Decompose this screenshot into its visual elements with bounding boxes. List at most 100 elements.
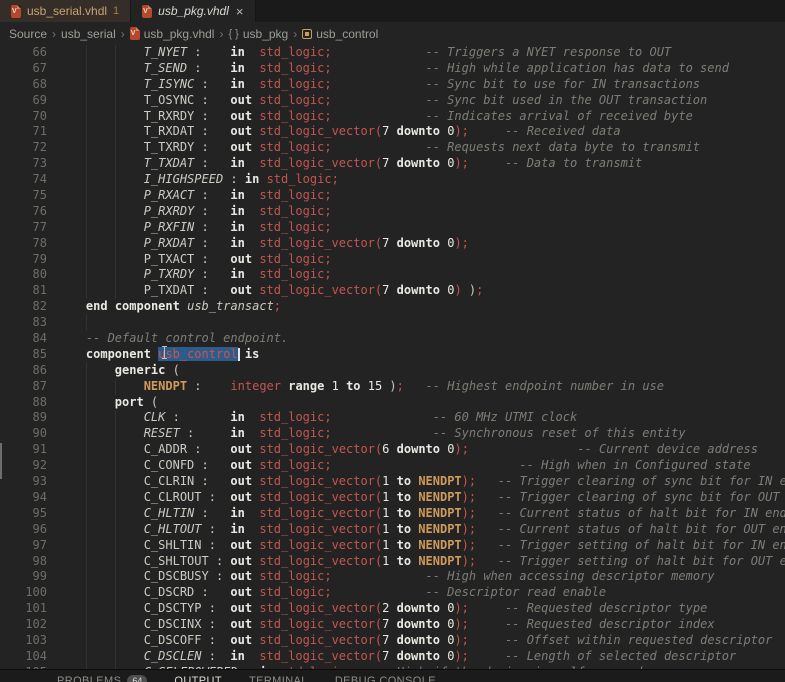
code-line-text: C_HLTIN : in std_logic_vector(1 to NENDP… [143,505,785,520]
panel-tab-label: PROBLEMS [57,675,122,682]
code-line[interactable]: 79 P_TXACT : out std_logic; [0,251,785,268]
code-line[interactable]: 93 C_CLRIN : out std_logic_vector(1 to N… [0,474,785,490]
close-icon[interactable]: × [235,5,245,18]
code-line[interactable]: 91 C_ADDR : out std_logic_vector(6 downt… [0,442,785,459]
code-line-text: generic ( [114,362,180,377]
code-line-text: T_ISYNC : in std_logic; -- Sync bit to u… [143,76,701,91]
code-line[interactable]: 76 P_RXRDY : in std_logic; [0,203,785,220]
indent-guide [114,378,116,395]
code-line-text: T_NYET : in std_logic; -- Triggers a NYE… [143,45,672,59]
line-number: 91 [32,442,47,457]
code-line-text: C_SHLTIN : out std_logic_vector(1 to NEN… [143,537,785,552]
indent-guide [114,267,116,284]
line-number: 80 [32,267,47,282]
breadcrumb-item-usb_pkg[interactable]: { } usb_pkg [228,27,288,41]
code-line[interactable]: 78 P_RXDAT : in std_logic_vector(7 downt… [0,235,785,252]
code-line[interactable]: 73 T_TXDAT : in std_logic_vector(7 downt… [0,156,785,173]
line-number: 101 [25,601,47,616]
indent-guide [114,458,116,475]
code-line[interactable]: 89 CLK : in std_logic; -- 60 MHz UTMI cl… [0,410,785,427]
indent-guide [114,283,116,300]
code-line[interactable]: 82 end component usb_transact; [0,299,785,315]
indent-guide [85,76,87,93]
line-number: 74 [32,172,47,187]
code-line-text: C_HLTOUT : in std_logic_vector(1 to NEND… [143,521,785,536]
code-line[interactable]: 69 T_OSYNC : out std_logic; -- Sync bit … [0,92,785,109]
panel-tab-label: OUTPUT [174,675,222,682]
indent-guide [114,632,116,649]
code-line[interactable]: 103 C_DSCOFF : out std_logic_vector(7 do… [0,632,785,649]
indent-guide [85,267,87,284]
indent-guide [114,489,116,506]
code-line[interactable]: 88 port ( [0,394,785,411]
vhdl-file-icon [142,4,153,18]
code-line[interactable]: 71 T_RXDAT : out std_logic_vector(7 down… [0,124,785,141]
indent-guide [114,648,116,665]
breadcrumb-label: usb_pkg.vhdl [143,26,215,41]
indent-guide [85,45,87,61]
panel-tab-problems[interactable]: PROBLEMS 64 [57,675,148,682]
line-number: 82 [32,299,47,314]
code-line[interactable]: 85 component usb_control is [0,346,785,363]
line-number: 72 [32,140,47,155]
code-line[interactable]: 84 -- Default control endpoint. [0,331,785,347]
code-line[interactable]: 95 C_HLTIN : in std_logic_vector(1 to NE… [0,505,785,522]
code-line[interactable]: 102 C_DSCINX : out std_logic_vector(7 do… [0,617,785,633]
code-line[interactable]: 92 C_CONFD : out std_logic; -- High when… [0,458,785,475]
code-line[interactable]: 104 C_DSCLEN : in std_logic_vector(7 dow… [0,648,785,665]
indent-guide [85,235,87,252]
code-line[interactable]: 70 T_RXRDY : out std_logic; -- Indicates… [0,108,785,125]
code-line[interactable]: 77 P_RXFIN : in std_logic; [0,219,785,236]
code-line[interactable]: 74 I_HIGHSPEED : in std_logic; [0,172,785,189]
tab-usb_pkg-vhdl[interactable]: usb_pkg.vhdl × [131,0,257,22]
code-line-text: CLK : in std_logic; -- 60 MHz UTMI clock [143,410,578,425]
indent-guide [85,378,87,395]
line-number: 103 [25,632,47,647]
code-line[interactable]: 98 C_SHLTOUT : out std_logic_vector(1 to… [0,553,785,570]
code-line[interactable]: 68 T_ISYNC : in std_logic; -- Sync bit t… [0,76,785,93]
code-line[interactable]: 75 P_RXACT : in std_logic; [0,188,785,204]
code-line[interactable]: 90 RESET : in std_logic; -- Synchronous … [0,426,785,443]
line-number: 90 [32,426,47,441]
breadcrumb-item-usb_serial[interactable]: usb_serial [61,27,116,41]
code-line[interactable]: 87 NENDPT : integer range 1 to 15 ); -- … [0,378,785,395]
code-line[interactable]: 94 C_CLROUT : out std_logic_vector(1 to … [0,489,785,506]
breadcrumb-item-usb_control[interactable]: usb_control [302,27,378,41]
code-line[interactable]: 67 T_SEND : in std_logic; -- High while … [0,60,785,77]
indent-guide [85,601,87,618]
code-editor[interactable]: 66 T_NYET : in std_logic; -- Triggers a … [0,45,785,669]
code-line[interactable]: 97 C_SHLTIN : out std_logic_vector(1 to … [0,537,785,554]
code-line-text [57,315,785,331]
line-number: 70 [32,108,47,123]
panel-tab-bar: PROBLEMS 64 OUTPUT TERMINAL DEBUG CONSOLE [0,669,785,682]
indent-guide [114,188,116,204]
panel-tab-terminal[interactable]: TERMINAL [249,675,308,682]
panel-tab-output[interactable]: OUTPUT [174,675,222,682]
panel-tab-debug-console[interactable]: DEBUG CONSOLE [335,675,436,682]
code-line[interactable]: 100 C_DSCRD : out std_logic; -- Descript… [0,585,785,602]
breadcrumb-item-usb_pkg-vhdl[interactable]: usb_pkg.vhdl [129,26,215,41]
code-line[interactable]: 66 T_NYET : in std_logic; -- Triggers a … [0,45,785,61]
line-number: 76 [32,203,47,218]
code-line[interactable]: 83 [0,315,785,332]
code-line[interactable]: 96 C_HLTOUT : in std_logic_vector(1 to N… [0,521,785,538]
selected-text[interactable]: usb_control [158,346,238,361]
chevron-right-icon: › [52,26,57,41]
code-line[interactable]: 80 P_TXRDY : in std_logic; [0,267,785,284]
code-line[interactable]: 99 C_DSCBUSY : out std_logic; -- High wh… [0,569,785,586]
code-line[interactable]: 81 P_TXDAT : out std_logic_vector(7 down… [0,283,785,300]
breadcrumb-item-Source[interactable]: Source [9,27,47,41]
line-number: 92 [32,458,47,473]
code-line[interactable]: 86 generic ( [0,362,785,379]
indent-guide [85,203,87,220]
code-line[interactable]: 101 C_DSCTYP : out std_logic_vector(2 do… [0,601,785,618]
line-number: 98 [32,553,47,568]
indent-guide [85,140,87,157]
line-number: 97 [32,537,47,552]
tab-usb_serial-vhdl[interactable]: usb_serial.vhdl 1 [0,0,132,22]
indent-guide [114,474,116,490]
code-line[interactable]: 72 T_TXRDY : out std_logic; -- Requests … [0,140,785,157]
indent-guide [114,410,116,427]
indent-guide [114,426,116,443]
line-number: 75 [32,188,47,203]
